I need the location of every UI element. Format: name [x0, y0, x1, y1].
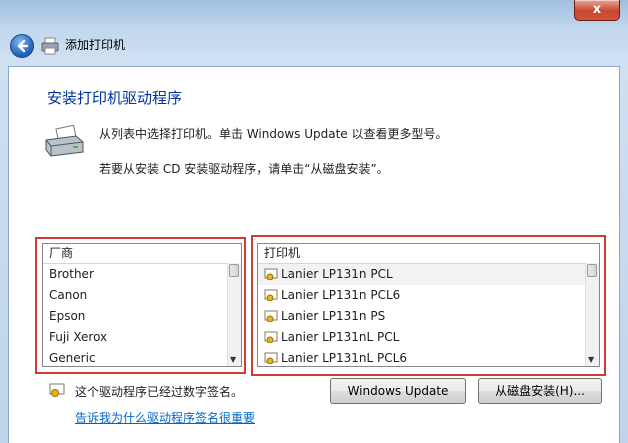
back-button[interactable] [10, 34, 34, 58]
scrollbar-thumb[interactable] [229, 264, 239, 277]
printer-item-label: Lanier LP131nL PCL [281, 330, 400, 344]
manufacturer-item[interactable]: Generic [43, 348, 241, 366]
certified-driver-icon [264, 331, 278, 343]
install-cd-text: 若要从安装 CD 安装驱动程序，请单击“从磁盘安装”。 [99, 162, 389, 176]
printer-item[interactable]: Lanier LP131n PCL6 [258, 285, 599, 306]
page-heading: 安装打印机驱动程序 [47, 89, 183, 107]
manufacturer-item[interactable]: Fuji Xerox [43, 327, 241, 348]
printer-item-label: Lanier LP131n PCL [281, 267, 393, 281]
wizard-content: 安装打印机驱动程序 从列表中选择打印机。单击 Windows Update 以查… [8, 66, 620, 443]
close-button[interactable]: x [574, 0, 620, 21]
printer-item[interactable]: Lanier LP131nL PCL [258, 327, 599, 348]
signed-driver-text: 这个驱动程序已经过数字签名。 [75, 385, 244, 399]
manufacturer-header[interactable]: 厂商 [43, 244, 241, 264]
certified-driver-icon [264, 310, 278, 322]
certified-driver-icon [264, 268, 278, 280]
windows-update-button[interactable]: Windows Update [330, 378, 466, 404]
printer-header[interactable]: 打印机 [258, 244, 599, 264]
scroll-down-arrow-icon[interactable]: ▼ [230, 356, 236, 364]
have-disk-button[interactable]: 从磁盘安装(H)... [478, 378, 602, 404]
window-title: 添加打印机 [65, 38, 126, 52]
certified-driver-icon [264, 289, 278, 301]
printer-item-label: Lanier LP131nL PCL6 [281, 351, 407, 365]
printer-item[interactable]: Lanier LP131n PS [258, 306, 599, 327]
printer-scrollbar[interactable]: ▼ [585, 263, 599, 366]
printer-item-label: Lanier LP131n PS [281, 309, 386, 323]
manufacturer-item[interactable]: Epson [43, 306, 241, 327]
certified-driver-icon [49, 383, 65, 397]
manufacturer-listbox[interactable]: 厂商 Brother Canon Epson Fuji Xerox Generi… [42, 243, 242, 367]
scroll-down-arrow-icon[interactable]: ▼ [588, 356, 594, 364]
window-frame: x 添加打印机 安装打印机驱动程序 从列表中选择打印机。单击 Windows U… [0, 0, 628, 443]
manufacturer-scrollbar[interactable]: ▼ [227, 263, 241, 366]
printer-item[interactable]: Lanier LP131n PCL [258, 264, 599, 285]
driver-signing-link[interactable]: 告诉我为什么驱动程序签名很重要 [75, 409, 255, 426]
instruction-text: 从列表中选择打印机。单击 Windows Update 以查看更多型号。 [99, 127, 448, 141]
back-arrow-icon [17, 39, 29, 53]
scrollbar-thumb[interactable] [587, 264, 597, 277]
certified-driver-icon [264, 352, 278, 364]
printer-icon [41, 37, 59, 55]
printer-item[interactable]: Lanier LP131nL PCL6 [258, 348, 599, 366]
printer-icon [45, 125, 84, 157]
printer-item-label: Lanier LP131n PCL6 [281, 288, 401, 302]
manufacturer-item[interactable]: Canon [43, 285, 241, 306]
manufacturer-item[interactable]: Brother [43, 264, 241, 285]
printer-listbox[interactable]: 打印机 Lanier LP131n PCL Lanier LP131n PCL6… [257, 243, 600, 367]
